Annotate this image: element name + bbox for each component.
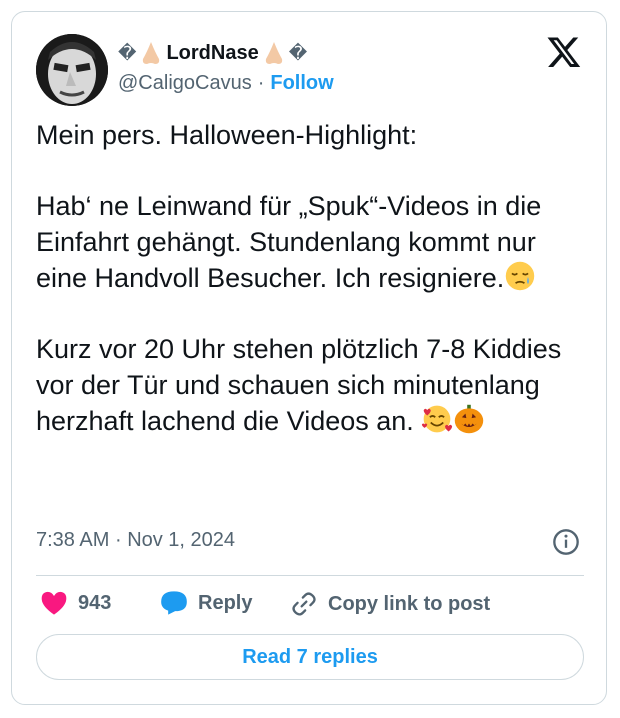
separator-dot: · xyxy=(257,72,265,94)
unknown-glyph-right: � xyxy=(288,42,308,64)
nose-emoji-icon xyxy=(265,42,282,64)
unknown-glyph-left: � xyxy=(118,42,137,64)
divider xyxy=(36,575,584,576)
like-action[interactable]: 943 xyxy=(40,590,111,616)
meta-separator: · xyxy=(114,529,122,551)
user-handle[interactable]: @CaligoCavus xyxy=(118,72,252,95)
avatar[interactable] xyxy=(36,34,108,106)
handle-row: @CaligoCavus · Follow xyxy=(118,72,334,95)
reply-action[interactable]: Reply xyxy=(160,590,252,616)
display-name: LordNase xyxy=(166,41,259,64)
display-name-row[interactable]: � LordNase � xyxy=(118,40,307,66)
link-icon xyxy=(292,592,316,616)
tweet-text: Mein pers. Halloween-Highlight: Hab‘ ne … xyxy=(36,118,588,440)
read-replies-button[interactable]: Read 7 replies xyxy=(36,634,584,680)
avatar-face-icon xyxy=(36,34,108,106)
reply-bubble-icon xyxy=(161,591,187,615)
nose-emoji-icon xyxy=(143,42,160,64)
x-logo-icon[interactable] xyxy=(546,34,582,70)
read-replies-label: Read 7 replies xyxy=(242,645,378,668)
follow-button[interactable]: Follow xyxy=(270,72,333,95)
jack-o-lantern-emoji xyxy=(455,404,484,434)
tweet-card: � LordNase � @CaligoCavus · Follow Mein … xyxy=(11,11,607,705)
smiling-face-with-hearts-emoji xyxy=(422,405,453,433)
tweet-line-1: Mein pers. Halloween-Highlight: xyxy=(36,120,418,150)
tweet-paragraph-3: Kurz vor 20 Uhr stehen plötzlich 7-8 Kid… xyxy=(36,334,569,436)
reply-label: Reply xyxy=(198,591,253,614)
tweet-paragraph-2: Hab‘ ne Leinwand für „Spuk“-Videos in di… xyxy=(36,191,549,293)
copy-link-label: Copy link to post xyxy=(328,592,491,615)
info-icon[interactable] xyxy=(552,528,580,556)
tweet-date: Nov 1, 2024 xyxy=(127,529,236,551)
sleepy-face-emoji xyxy=(506,261,535,291)
heart-icon xyxy=(41,591,67,615)
tweet-timestamp[interactable]: 7:38 AM · Nov 1, 2024 xyxy=(36,529,235,552)
tweet-time: 7:38 AM xyxy=(36,529,110,551)
copy-link-action[interactable]: Copy link to post xyxy=(290,590,490,618)
like-count: 943 xyxy=(78,591,112,614)
